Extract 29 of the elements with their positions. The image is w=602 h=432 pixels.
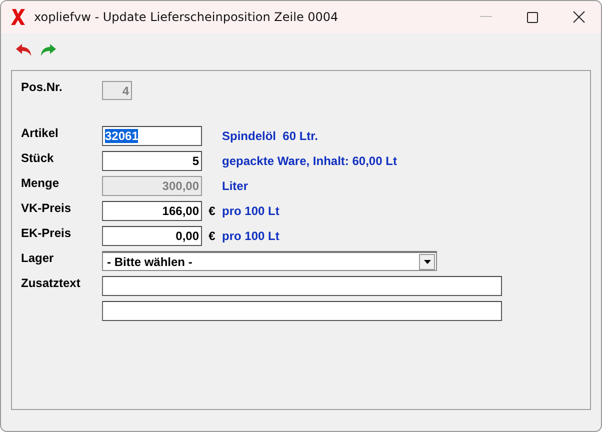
field-label: Stück (21, 151, 55, 165)
field-label: VK-Preis (21, 201, 72, 215)
undo-arrow-icon[interactable] (15, 43, 33, 57)
input-field[interactable]: 32061 (102, 126, 202, 146)
input-field[interactable]: 0,00 (102, 226, 202, 246)
field-label: Lager (21, 251, 55, 265)
x-logo-icon (10, 8, 26, 26)
field-label: Artikel (21, 126, 60, 140)
field-label: EK-Preis (21, 226, 72, 240)
field-label: Zusatztext (21, 276, 82, 290)
info-text: pro 100 Lt (222, 204, 280, 218)
dropdown-caret-icon[interactable] (424, 260, 430, 264)
info-text: Spindelöl 60 Ltr. (222, 129, 318, 143)
info-text: Liter (222, 179, 248, 193)
field-label: Menge (21, 176, 60, 190)
currency-label: € (208, 229, 216, 243)
currency-label: € (208, 204, 216, 218)
maximize-icon[interactable] (527, 12, 538, 22)
text-input-field[interactable] (102, 276, 502, 296)
redo-arrow-icon[interactable] (39, 43, 57, 57)
input-field[interactable]: 166,00 (102, 201, 202, 221)
field-label: Pos.Nr. (21, 80, 64, 94)
window-title: xopliefvw - Update Lieferscheinposition Zeile 0004 (34, 10, 340, 24)
info-text: gepackte Ware, Inhalt: 60,00 Lt (222, 154, 397, 168)
input-field[interactable]: 5 (102, 151, 202, 171)
close-icon[interactable] (573, 11, 585, 23)
dropdown[interactable]: - Bitte wählen - (102, 251, 437, 271)
info-text: pro 100 Lt (222, 229, 280, 243)
text-input-field[interactable] (102, 301, 502, 321)
